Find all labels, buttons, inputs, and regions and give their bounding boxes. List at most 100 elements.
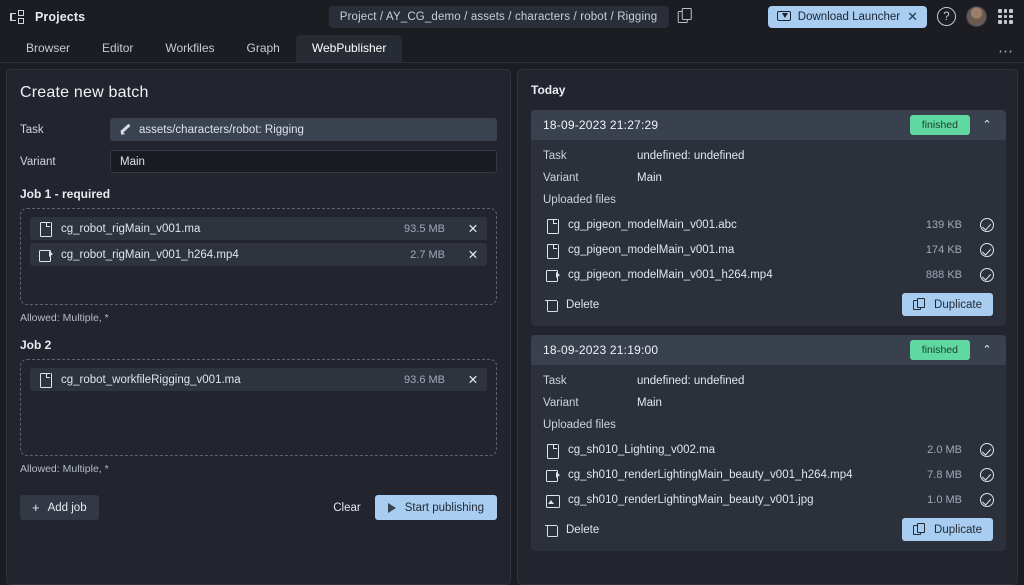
copy-breadcrumb-icon[interactable]: [677, 7, 695, 26]
delete-label: Delete: [566, 523, 600, 536]
document-icon: [39, 222, 52, 237]
uploaded-file-row[interactable]: cg_pigeon_modelMain_v001.ma 174 KB: [543, 239, 994, 261]
help-icon[interactable]: ?: [937, 7, 956, 26]
batch-task-label: Task: [543, 150, 567, 162]
tab-browser[interactable]: Browser: [10, 35, 86, 62]
remove-file-icon[interactable]: ✕: [467, 247, 479, 262]
check-circle-icon: [980, 468, 994, 482]
status-badge: finished: [909, 115, 970, 135]
chevron-up-icon[interactable]: ⌃: [976, 343, 998, 356]
tab-editor[interactable]: Editor: [86, 35, 149, 62]
image-icon: [546, 493, 560, 508]
file-size: 1.0 MB: [927, 494, 962, 506]
batch-actions: Delete Duplicate: [543, 293, 994, 318]
avatar[interactable]: [966, 6, 987, 27]
delete-label: Delete: [566, 298, 600, 311]
batch-task-value: undefined: undefined: [637, 375, 745, 387]
file-name: cg_pigeon_modelMain_v001.ma: [568, 244, 735, 256]
projects-brand[interactable]: Projects: [10, 9, 85, 24]
remove-file-icon[interactable]: ✕: [467, 372, 479, 387]
variant-input[interactable]: Main: [110, 150, 497, 173]
download-launcher-label: Download Launcher: [797, 10, 901, 23]
main-body: Create new batch Task assets/characters/…: [0, 63, 1024, 585]
batch-task-label: Task: [543, 375, 567, 387]
uploaded-file-row[interactable]: cg_pigeon_modelMain_v001.abc 139 KB: [543, 214, 994, 236]
tab-overflow-menu-icon[interactable]: ⋯: [998, 42, 1014, 62]
breadcrumb-area: Project / AY_CG_demo / assets / characte…: [328, 5, 696, 28]
batch-variant-label: Variant: [543, 397, 579, 409]
remove-file-icon[interactable]: ✕: [467, 221, 479, 236]
uploaded-file-row[interactable]: cg_sh010_renderLightingMain_beauty_v001_…: [543, 464, 994, 486]
check-circle-icon: [980, 218, 994, 232]
duplicate-button[interactable]: Duplicate: [902, 518, 993, 541]
file-size: 2.0 MB: [927, 444, 962, 456]
duplicate-label: Duplicate: [934, 298, 982, 311]
job-2-allowed-text: Allowed: Multiple, *: [20, 463, 109, 475]
check-circle-icon: [980, 493, 994, 507]
tab-webpublisher[interactable]: WebPublisher: [295, 35, 403, 62]
job-1-dropzone[interactable]: cg_robot_rigMain_v001.ma 93.5 MB ✕ cg_ro…: [20, 208, 497, 305]
add-job-button[interactable]: + Add job: [20, 495, 99, 520]
page-title: Create new batch: [20, 84, 149, 101]
file-size: 139 KB: [925, 219, 962, 231]
uploaded-file-row[interactable]: cg_sh010_Lighting_v002.ma 2.0 MB: [543, 439, 994, 461]
file-size: 7.8 MB: [927, 469, 962, 481]
uploaded-files-label: Uploaded files: [543, 419, 616, 431]
batch-task-value: undefined: undefined: [637, 150, 745, 162]
tab-workfiles[interactable]: Workfiles: [149, 35, 230, 62]
delete-button[interactable]: Delete: [545, 523, 600, 537]
file-name: cg_sh010_renderLightingMain_beauty_v001_…: [568, 469, 853, 481]
batch-card-body: Task undefined: undefined Variant Main U…: [531, 365, 1006, 551]
uploaded-files-label: Uploaded files: [543, 194, 616, 206]
file-size: 2.7 MB: [410, 248, 445, 261]
file-size: 93.5 MB: [404, 222, 445, 235]
job-2-dropzone[interactable]: cg_robot_workfileRigging_v001.ma 93.6 MB…: [20, 359, 497, 456]
task-row: Task assets/characters/robot: Rigging: [20, 118, 497, 141]
tab-bar: Browser Editor Workfiles Graph WebPublis…: [0, 33, 1024, 63]
file-name: cg_robot_rigMain_v001.ma: [61, 222, 201, 235]
uploaded-file-row[interactable]: cg_pigeon_modelMain_v001_h264.mp4 888 KB: [543, 264, 994, 286]
file-row[interactable]: cg_robot_rigMain_v001.ma 93.5 MB ✕: [30, 217, 487, 240]
batch-variant-value: Main: [637, 172, 662, 184]
uploaded-file-row[interactable]: cg_sh010_renderLightingMain_beauty_v001.…: [543, 489, 994, 511]
job-1-title: Job 1 - required: [20, 187, 111, 201]
file-row[interactable]: cg_robot_workfileRigging_v001.ma 93.6 MB…: [30, 368, 487, 391]
tab-graph[interactable]: Graph: [231, 35, 296, 62]
document-icon: [546, 243, 559, 259]
delete-button[interactable]: Delete: [545, 298, 600, 312]
job-1-allowed-text: Allowed: Multiple, *: [20, 312, 109, 324]
start-publishing-label: Start publishing: [404, 501, 484, 514]
file-size: 93.6 MB: [404, 373, 445, 386]
file-size: 888 KB: [925, 269, 962, 281]
apps-grid-icon[interactable]: [997, 8, 1014, 25]
duplicate-button[interactable]: Duplicate: [902, 293, 993, 316]
batch-card-header[interactable]: 18-09-2023 21:19:00 finished ⌃: [531, 335, 1006, 365]
clear-button[interactable]: Clear: [319, 502, 374, 514]
file-name: cg_sh010_Lighting_v002.ma: [568, 444, 716, 456]
batch-variant-row: Variant Main: [543, 172, 994, 184]
job-2-title: Job 2: [20, 338, 52, 352]
batch-card-header[interactable]: 18-09-2023 21:27:29 finished ⌃: [531, 110, 1006, 140]
close-icon[interactable]: ✕: [907, 10, 918, 23]
breadcrumb[interactable]: Project / AY_CG_demo / assets / characte…: [328, 5, 669, 28]
task-label: Task: [20, 123, 44, 136]
download-launcher-button[interactable]: Download Launcher ✕: [767, 5, 927, 28]
status-badge: finished: [909, 340, 970, 360]
variant-row: Variant Main: [20, 150, 497, 173]
file-name: cg_robot_rigMain_v001_h264.mp4: [61, 248, 239, 261]
plus-icon: +: [32, 500, 40, 515]
create-batch-panel: Create new batch Task assets/characters/…: [6, 69, 511, 585]
batch-task-row: Task undefined: undefined: [543, 150, 994, 162]
top-right-actions: Download Launcher ✕ ?: [767, 5, 1014, 28]
file-name: cg_pigeon_modelMain_v001.abc: [568, 219, 737, 231]
chevron-up-icon[interactable]: ⌃: [976, 118, 998, 131]
file-row[interactable]: cg_robot_rigMain_v001_h264.mp4 2.7 MB ✕: [30, 243, 487, 266]
send-icon: [387, 502, 396, 513]
variant-label: Variant: [20, 155, 56, 168]
file-name: cg_robot_workfileRigging_v001.ma: [61, 373, 241, 386]
batch-history-panel[interactable]: Today 18-09-2023 21:27:29 finished ⌃ Tas…: [517, 69, 1018, 585]
file-name: cg_sh010_renderLightingMain_beauty_v001.…: [568, 494, 814, 506]
start-publishing-button[interactable]: Start publishing: [374, 495, 497, 520]
batch-card: 18-09-2023 21:27:29 finished ⌃ Task unde…: [531, 110, 1006, 326]
task-field[interactable]: assets/characters/robot: Rigging: [110, 118, 497, 141]
